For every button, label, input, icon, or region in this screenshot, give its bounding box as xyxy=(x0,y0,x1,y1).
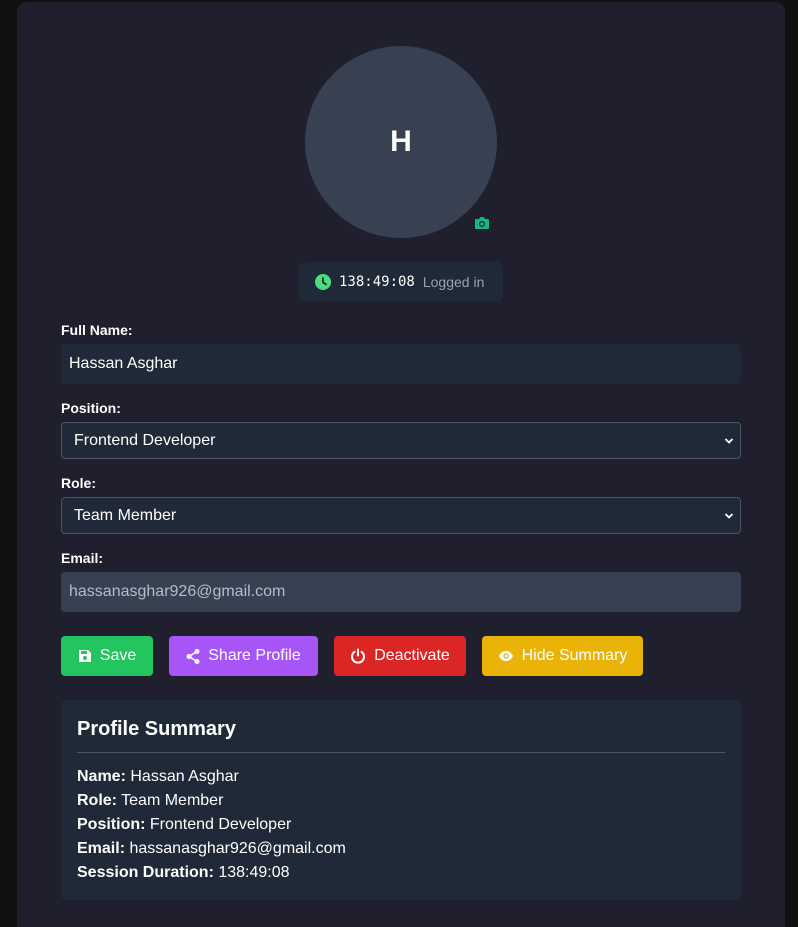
share-profile-label: Share Profile xyxy=(208,647,301,664)
camera-icon[interactable] xyxy=(473,214,491,232)
eye-icon xyxy=(498,651,513,661)
hide-summary-button[interactable]: Hide Summary xyxy=(482,636,643,676)
position-select-value: Frontend Developer xyxy=(74,431,216,449)
summary-email: Email: hassanasghar926@gmail.com xyxy=(77,840,346,857)
session-badge: 138:49:08 Logged in xyxy=(299,262,503,302)
email-label: Email: xyxy=(61,550,104,566)
deactivate-button[interactable]: Deactivate xyxy=(334,636,466,676)
avatar-initial: H xyxy=(390,125,412,158)
avatar[interactable]: H xyxy=(305,46,497,238)
deactivate-label: Deactivate xyxy=(374,647,450,664)
summary-role: Role: Team Member xyxy=(77,792,224,809)
session-status: Logged in xyxy=(422,274,485,290)
email-field[interactable] xyxy=(61,572,741,612)
summary-title: Profile Summary xyxy=(77,718,236,740)
profile-summary: Profile Summary Name: Hassan Asghar Role… xyxy=(61,700,741,900)
role-select[interactable]: Team Member xyxy=(61,497,741,534)
summary-session-duration: Session Duration: 138:49:08 xyxy=(77,864,290,881)
power-icon xyxy=(351,648,366,664)
chevron-down-icon xyxy=(724,438,734,444)
role-label: Role: xyxy=(61,475,96,491)
divider xyxy=(77,752,725,753)
floppy-disk-icon xyxy=(78,650,91,662)
hide-summary-label: Hide Summary xyxy=(521,647,628,664)
save-button-label: Save xyxy=(99,647,137,664)
clock-icon xyxy=(315,274,331,290)
role-select-value: Team Member xyxy=(74,506,177,524)
full-name-label: Full Name: xyxy=(61,322,133,338)
full-name-input[interactable] xyxy=(61,344,741,384)
save-button[interactable]: Save xyxy=(61,636,153,676)
summary-position: Position: Frontend Developer xyxy=(77,816,292,833)
share-profile-button[interactable]: Share Profile xyxy=(169,636,318,676)
session-timer: 138:49:08 xyxy=(339,274,415,290)
share-icon xyxy=(186,648,200,664)
position-label: Position: xyxy=(61,400,121,416)
profile-card: H 138:49:08 Logged in Full Name: Positio… xyxy=(17,2,785,927)
chevron-down-icon xyxy=(724,513,734,519)
position-select[interactable]: Frontend Developer xyxy=(61,422,741,459)
summary-name: Name: Hassan Asghar xyxy=(77,768,239,785)
